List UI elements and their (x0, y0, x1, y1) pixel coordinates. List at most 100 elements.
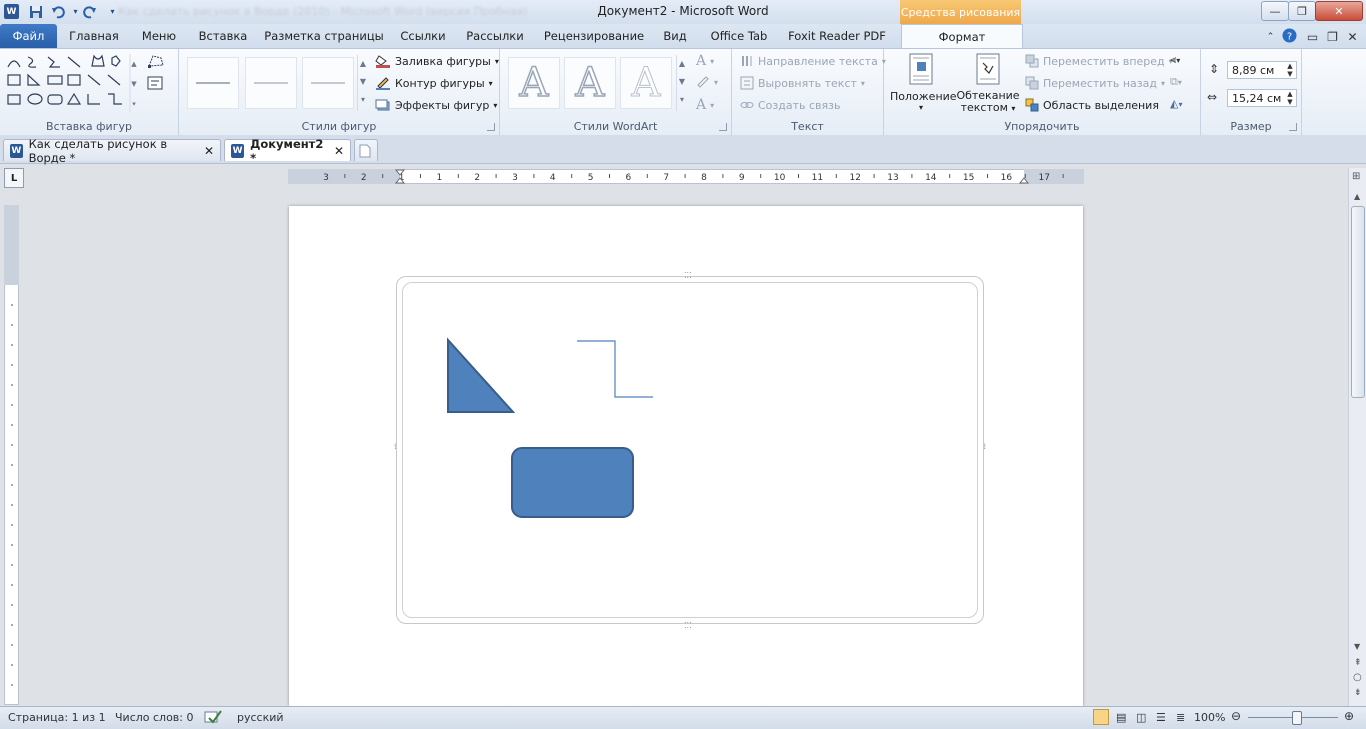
text-direction-button[interactable]: Направление текста ▾ (740, 54, 886, 68)
ruler-label: 9 (739, 173, 745, 183)
new-document-icon (359, 144, 371, 157)
print-layout-view-icon[interactable] (1093, 709, 1109, 725)
send-backward-button[interactable]: Переместить назад ▾ (1025, 76, 1165, 90)
ruler-label: 15 (963, 173, 974, 183)
tab-mailings[interactable]: Рассылки (462, 24, 528, 48)
svg-text:▼: ▼ (131, 80, 137, 88)
text-fill-icon[interactable]: A ▾ (696, 53, 714, 69)
selection-pane-button[interactable]: Область выделения (1025, 98, 1159, 112)
previous-page-icon[interactable]: ⇞ (1354, 658, 1362, 668)
bring-forward-icon (1025, 54, 1039, 68)
ruler-label: 7 (663, 173, 669, 183)
browse-object-icon[interactable]: ○ (1353, 672, 1362, 683)
scroll-down-icon[interactable]: ▼ (1354, 642, 1360, 651)
close-tab-icon[interactable]: ✕ (334, 144, 344, 158)
minimize-ribbon-icon[interactable]: ⌃ (1262, 28, 1279, 45)
web-layout-icon[interactable]: ◫ (1136, 711, 1146, 724)
position-button[interactable]: Положение ▾ (890, 53, 957, 112)
tab-page-layout[interactable]: Разметка страницы (264, 24, 384, 48)
doc-tab-label: Документ2 * (250, 136, 324, 165)
shapes-gallery[interactable]: ▲ ▼ ▾ (6, 54, 138, 112)
group-arrange: Положение ▾ Обтекание текстом ▾ Перемест… (884, 49, 1201, 135)
horizontal-ruler[interactable]: 3 2 1 1 2 3 4 5 6 7 8 9 10 11 12 13 14 15 16 17 (288, 169, 1084, 184)
page-count[interactable]: Страница: 1 из 1 (8, 711, 106, 724)
word-count[interactable]: Число слов: 0 (115, 711, 194, 724)
ruler-label: 14 (925, 173, 937, 183)
doc-close-icon[interactable]: ✕ (1344, 28, 1361, 45)
wordart-preset-3[interactable]: A (620, 57, 672, 109)
draft-view-icon[interactable]: ≣ (1176, 711, 1185, 724)
tab-view[interactable]: Вид (659, 24, 691, 48)
tab-references[interactable]: Ссылки (395, 24, 451, 48)
ribbon: ▲ ▼ ▾ Вставка фигур ▲ ▼ ▾ Заливка фигуры ▾ … (0, 48, 1366, 136)
text-outline-icon[interactable]: ▾ (696, 75, 718, 89)
vertical-scrollbar[interactable]: ⊞ ▲ ▼ ⇞ ○ ⇟ (1348, 168, 1366, 708)
zoom-out-icon[interactable]: ⊖ (1231, 709, 1241, 723)
tab-file[interactable]: Файл (0, 24, 57, 48)
right-triangle-shape[interactable] (447, 337, 516, 413)
align-objects-icon[interactable]: ⫷▾ (1170, 53, 1180, 67)
doc-tab-kak-sdelat[interactable]: W Как сделать рисунок в Ворде * ✕ (3, 137, 221, 165)
minimize-button[interactable]: — (1261, 1, 1289, 21)
shape-styles-scroll[interactable]: ▲ ▼ ▾ (357, 55, 368, 111)
vertical-ruler[interactable] (4, 205, 19, 705)
rounded-rectangle-shape[interactable] (511, 447, 634, 518)
edit-shape-icon[interactable] (147, 54, 165, 71)
wrap-text-button[interactable]: Обтекание текстом ▾ (956, 53, 1020, 115)
tab-format[interactable]: Формат (901, 24, 1023, 49)
ruler-label: 3 (323, 173, 329, 183)
shape-outline-button[interactable]: Контур фигуры ▾ (375, 76, 493, 90)
help-icon[interactable]: ? (1281, 27, 1298, 44)
shape-width-input[interactable]: 15,24 см ▲ ▼ (1227, 89, 1297, 107)
full-screen-reading-icon[interactable]: ▤ (1116, 711, 1126, 724)
shape-style-preset-2[interactable] (245, 57, 297, 109)
shape-height-input[interactable]: 8,89 см ▲ ▼ (1227, 61, 1297, 79)
wordart-launcher[interactable] (719, 123, 727, 131)
doc-restore-icon[interactable]: ❐ (1324, 28, 1341, 45)
tab-review[interactable]: Рецензирование (539, 24, 649, 48)
outline-view-icon[interactable]: ☰ (1156, 711, 1166, 724)
doc-minimize-icon[interactable]: ▭ (1304, 28, 1321, 45)
scroll-thumb[interactable] (1351, 206, 1365, 398)
wordart-scroll[interactable]: ▲ ▼ ▾ (676, 55, 687, 111)
shape-styles-launcher[interactable] (487, 123, 495, 131)
text-box-icon[interactable] (147, 76, 163, 93)
maximize-button[interactable]: ❐ (1288, 1, 1316, 21)
tab-foxit-reader[interactable]: Foxit Reader PDF (786, 24, 888, 48)
rotate-icon[interactable]: ◭▾ (1170, 97, 1182, 110)
zoom-slider-thumb[interactable] (1292, 711, 1302, 725)
wordart-preset-2[interactable]: A (564, 57, 616, 109)
document-page[interactable]: ⁚⁚⁚ ⁚⁚⁚ ⁞ ⁞ (289, 206, 1083, 706)
group-objects-icon[interactable]: ⧉▾ (1170, 75, 1182, 89)
link-icon (740, 102, 754, 108)
wordart-preset-1[interactable]: A (508, 57, 560, 109)
bring-forward-button[interactable]: Переместить вперед ▾ (1025, 54, 1173, 68)
proofing-icon[interactable] (204, 709, 222, 728)
create-link-button[interactable]: Создать связь (740, 98, 840, 112)
new-tab-button[interactable] (354, 139, 378, 161)
doc-tab-dokument2[interactable]: W Документ2 * ✕ (224, 137, 351, 165)
ruler-label: 5 (588, 173, 594, 183)
tab-insert[interactable]: Вставка (194, 24, 252, 48)
shape-style-preset-1[interactable] (187, 57, 239, 109)
size-launcher[interactable] (1289, 123, 1297, 131)
drawing-canvas[interactable]: ⁚⁚⁚ ⁚⁚⁚ ⁞ ⁞ (394, 271, 986, 630)
close-tab-icon[interactable]: ✕ (204, 144, 214, 158)
scroll-up-icon[interactable]: ▲ (1354, 192, 1360, 201)
zoom-level[interactable]: 100% (1194, 711, 1225, 724)
shape-effects-button[interactable]: Эффекты фигур ▾ (375, 98, 497, 112)
next-page-icon[interactable]: ⇟ (1354, 688, 1362, 698)
align-text-button[interactable]: Выровнять текст ▾ (740, 76, 865, 90)
view-ruler-icon[interactable]: ⊞ (1352, 171, 1360, 182)
zoom-in-icon[interactable]: ⊕ (1344, 709, 1354, 723)
tab-selector[interactable]: L (4, 168, 24, 188)
shape-style-preset-3[interactable] (302, 57, 354, 109)
language-indicator[interactable]: русский (237, 711, 284, 724)
close-button[interactable]: ✕ (1315, 1, 1363, 21)
elbow-connector-shape[interactable] (577, 340, 653, 398)
shape-fill-button[interactable]: Заливка фигуры ▾ (375, 54, 499, 68)
tab-home[interactable]: Главная (64, 24, 124, 48)
tab-office-tab[interactable]: Office Tab (705, 24, 773, 48)
tab-menu[interactable]: Меню (135, 24, 183, 48)
text-effects-icon[interactable]: A ▾ (696, 97, 714, 113)
